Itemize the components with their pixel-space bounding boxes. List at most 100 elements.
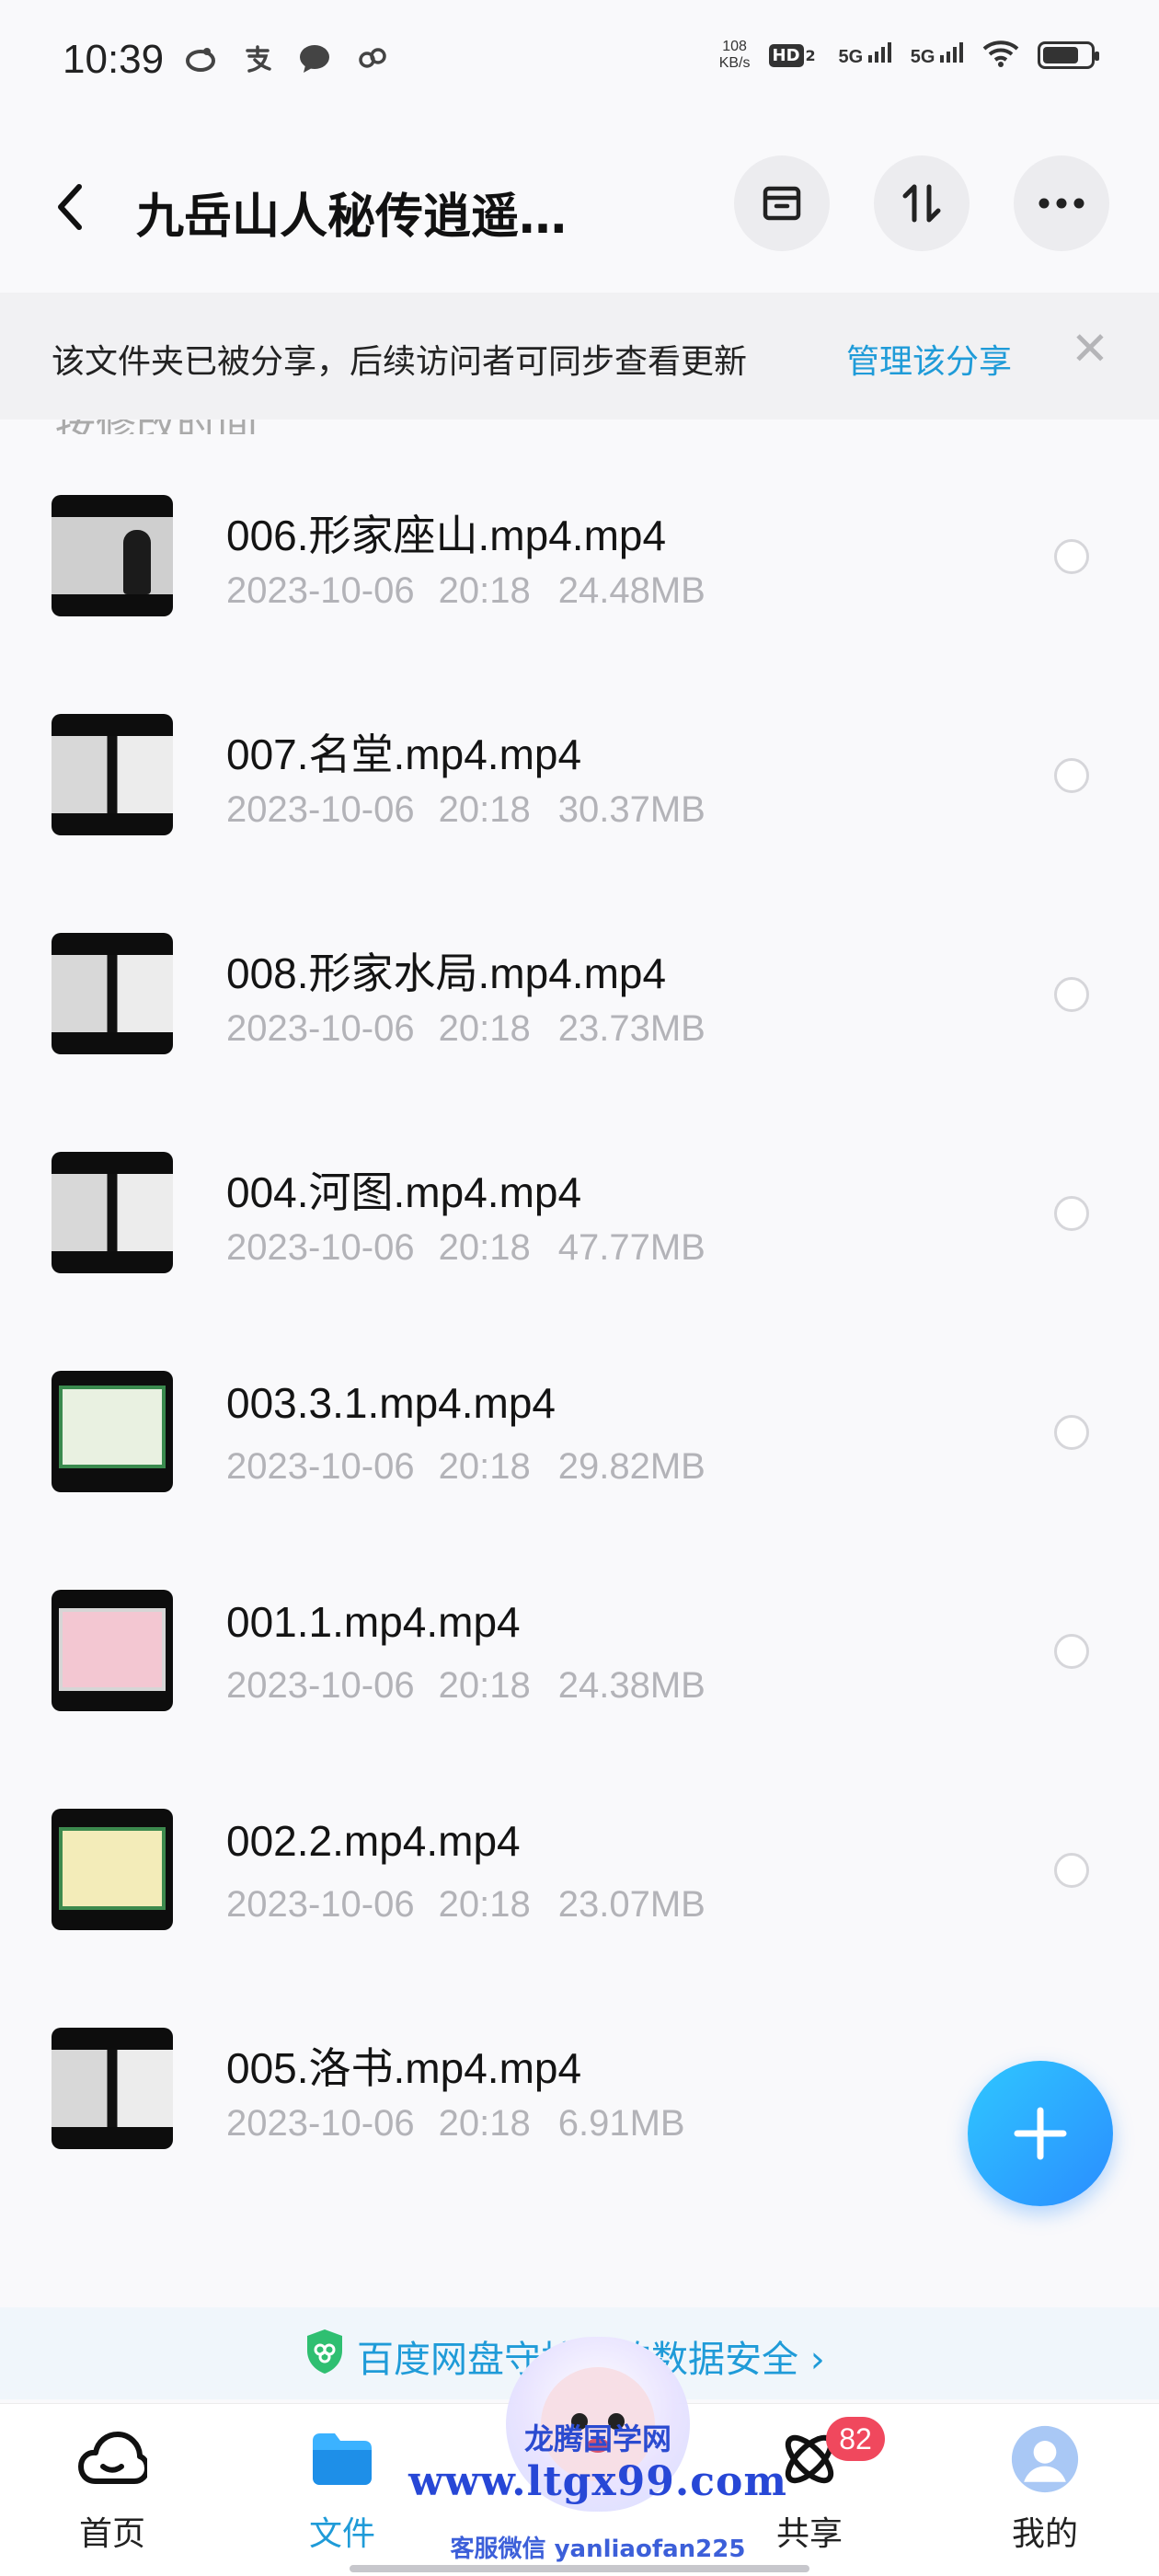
select-checkbox[interactable] (1054, 1196, 1089, 1231)
status-bar: 10:39 108 KB/s HD 2 5G 5G (0, 0, 1159, 124)
file-name: 002.2.mp4.mp4 (226, 1817, 521, 1865)
manage-share-link[interactable]: 管理该分享 (846, 335, 1012, 383)
thumbnail-frame (52, 736, 173, 813)
page-title: 九岳山人秘传逍遥… (136, 190, 568, 245)
share-banner: 该文件夹已被分享，后续访问者可同步查看更新 管理该分享 ✕ (0, 293, 1159, 420)
signal-icon-1: 5G (839, 42, 892, 68)
file-time: 20:18 (438, 570, 531, 611)
status-app-icons (184, 42, 388, 75)
top-app-bar: 九岳山人秘传逍遥… (0, 124, 1159, 290)
alipay-icon (241, 42, 274, 75)
file-date: 2023-10-06 (226, 1008, 415, 1049)
file-row[interactable]: 002.2.mp4.mp4 2023-10-06 20:18 23.07MB (0, 1746, 1159, 1965)
thumbnail-frame (52, 1174, 173, 1251)
file-date: 2023-10-06 (226, 570, 415, 611)
file-name: 005.洛书.mp4.mp4 (226, 2044, 582, 2092)
thumbnail-frame (52, 2050, 173, 2127)
file-list: 006.形家座山.mp4.mp4 2023-10-06 20:18 24.48MB 00… (0, 432, 1159, 2184)
file-name: 008.形家水局.mp4.mp4 (226, 949, 667, 997)
weibo-icon (184, 42, 217, 75)
thumbnail-frame (52, 517, 173, 594)
select-checkbox[interactable] (1054, 1415, 1089, 1450)
file-row[interactable]: 007.名堂.mp4.mp4 2023-10-06 20:18 30.37MB (0, 651, 1159, 870)
video-thumbnail (52, 714, 173, 835)
add-button[interactable] (968, 2061, 1113, 2206)
video-thumbnail (52, 1371, 173, 1492)
plus-icon (1014, 2107, 1067, 2160)
watermark: 龙腾国学网 www.ltgx99.com 客服微信 yanliaofan225 (405, 2337, 791, 2567)
nav-home[interactable]: 首页 (20, 2404, 204, 2576)
file-time: 20:18 (438, 789, 531, 830)
file-row[interactable]: 003.3.1.mp4.mp4 2023-10-06 20:18 29.82MB (0, 1308, 1159, 1527)
select-checkbox[interactable] (1054, 1634, 1089, 1669)
thumbnail-frame (52, 955, 173, 1032)
file-time: 20:18 (438, 2103, 531, 2144)
archive-icon (763, 186, 801, 221)
file-time: 20:18 (438, 1446, 531, 1487)
nav-profile-label: 我的 (1011, 2515, 1078, 2553)
signal-icon-2: 5G (911, 42, 964, 68)
nav-home-label: 首页 (78, 2515, 145, 2553)
back-button[interactable] (55, 176, 101, 238)
file-row[interactable]: 006.形家座山.mp4.mp4 2023-10-06 20:18 24.48MB (0, 432, 1159, 651)
select-checkbox[interactable] (1054, 758, 1089, 793)
chevron-left-icon (58, 184, 82, 230)
sort-button[interactable] (874, 155, 970, 251)
video-thumbnail (52, 933, 173, 1054)
net-speed-unit: KB/s (718, 55, 751, 71)
file-size: 29.82MB (557, 1446, 706, 1487)
file-time: 20:18 (438, 1665, 531, 1706)
file-name: 006.形家座山.mp4.mp4 (226, 512, 667, 559)
file-date: 2023-10-06 (226, 1665, 415, 1706)
signal-label-2: 5G (910, 47, 935, 67)
file-meta: 2023-10-06 20:18 6.91MB (226, 2103, 685, 2145)
file-row[interactable]: 001.1.mp4.mp4 2023-10-06 20:18 24.38MB (0, 1527, 1159, 1746)
watermark-contact: 客服微信 yanliaofan225 (450, 2536, 746, 2563)
thumbnail-frame (59, 1827, 166, 1910)
file-meta: 2023-10-06 20:18 23.07MB (226, 1884, 706, 1926)
video-thumbnail (52, 1152, 173, 1273)
wifi-icon (982, 40, 1019, 71)
net-speed: 108 KB/s (719, 39, 751, 72)
file-time: 20:18 (438, 1008, 531, 1049)
file-meta: 2023-10-06 20:18 30.37MB (226, 789, 706, 831)
file-name: 004.河图.mp4.mp4 (226, 1168, 582, 1216)
home-indicator[interactable] (350, 2565, 809, 2572)
chat-bubble-icon (298, 42, 331, 75)
file-size: 23.73MB (557, 1008, 706, 1049)
file-size: 47.77MB (557, 1227, 706, 1268)
signal-label-1: 5G (838, 47, 864, 67)
share-banner-text: 该文件夹已被分享，后续访问者可同步查看更新 (52, 343, 748, 381)
file-meta: 2023-10-06 20:18 29.82MB (226, 1446, 706, 1488)
avatar-icon (1010, 2424, 1080, 2494)
file-size: 30.37MB (557, 789, 706, 830)
chevron-right-icon: › (809, 2339, 825, 2381)
nav-profile[interactable]: 我的 (953, 2404, 1137, 2576)
more-icon (1039, 198, 1084, 209)
hd-label: HD (768, 43, 804, 67)
close-icon[interactable]: ✕ (1071, 326, 1109, 372)
more-button[interactable] (1014, 155, 1109, 251)
battery-level (1043, 47, 1078, 63)
sort-icon (902, 184, 941, 223)
file-date: 2023-10-06 (226, 1884, 415, 1925)
file-row[interactable]: 004.河图.mp4.mp4 2023-10-06 20:18 47.77MB (0, 1089, 1159, 1308)
file-date: 2023-10-06 (226, 789, 415, 830)
file-time: 20:18 (438, 1227, 531, 1268)
file-size: 23.07MB (557, 1884, 706, 1925)
net-speed-value: 108 (722, 39, 747, 54)
select-checkbox[interactable] (1054, 539, 1089, 574)
file-date: 2023-10-06 (226, 1446, 415, 1487)
notification-badge: 82 (826, 2417, 885, 2461)
shield-icon (307, 2329, 342, 2374)
file-size: 24.38MB (557, 1665, 706, 1706)
select-checkbox[interactable] (1054, 1853, 1089, 1888)
hd-voice-icon: HD 2 (768, 39, 820, 72)
file-meta: 2023-10-06 20:18 24.48MB (226, 570, 706, 612)
thumbnail-frame (59, 1386, 166, 1468)
file-size: 6.91MB (557, 2103, 685, 2144)
file-row[interactable]: 008.形家水局.mp4.mp4 2023-10-06 20:18 23.73MB (0, 870, 1159, 1089)
archive-button[interactable] (734, 155, 830, 251)
file-meta: 2023-10-06 20:18 24.38MB (226, 1665, 706, 1707)
select-checkbox[interactable] (1054, 977, 1089, 1012)
